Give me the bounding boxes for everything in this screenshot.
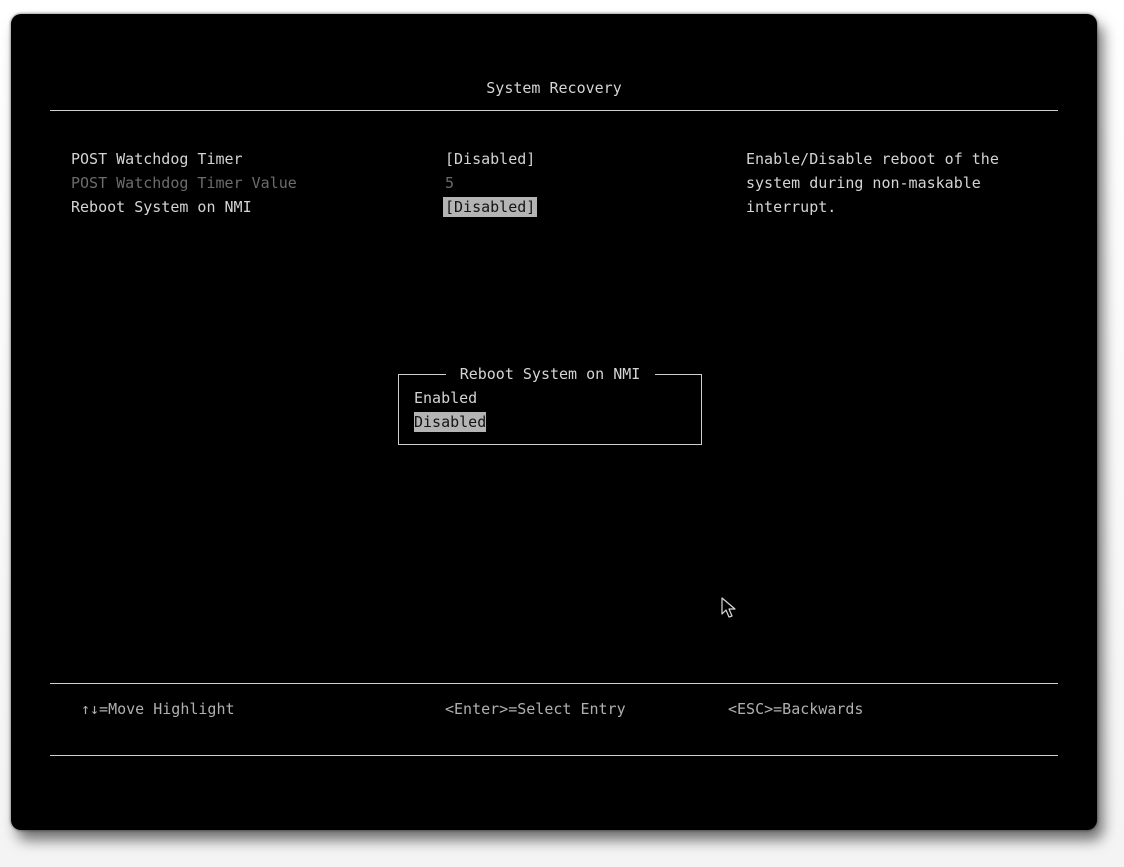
setting-reboot-on-nmi-label[interactable]: Reboot System on NMI: [71, 197, 252, 217]
help-text-line: Enable/Disable reboot of the: [746, 150, 999, 168]
setting-post-watchdog-timer-value-label: POST Watchdog Timer Value: [71, 174, 297, 192]
popup-option-disabled[interactable]: Disabled: [414, 412, 487, 432]
setting-post-watchdog-timer-label[interactable]: POST Watchdog Timer: [71, 149, 243, 169]
setting-post-watchdog-timer-value-value: 5: [445, 174, 455, 192]
bios-screen: System Recovery POST Watchdog Timer [Dis…: [11, 14, 1097, 830]
screenshot-stage: System Recovery POST Watchdog Timer [Dis…: [0, 0, 1124, 867]
setting-reboot-on-nmi-value[interactable]: [Disabled]: [443, 197, 538, 217]
popup-title: Reboot System on NMI: [459, 365, 641, 383]
footer-divider-top: [50, 683, 1058, 684]
mouse-pointer-icon: [721, 597, 736, 618]
hint-backwards: <ESC>=Backwards: [728, 700, 864, 718]
page-title: System Recovery: [486, 79, 622, 97]
hint-select-entry: <Enter>=Select Entry: [445, 700, 626, 718]
option-popup: Reboot System on NMI Enabled Disabled: [398, 365, 702, 445]
setting-post-watchdog-timer-value[interactable]: [Disabled]: [445, 149, 535, 169]
footer-divider-bottom: [50, 755, 1058, 756]
help-text-line: interrupt.: [746, 198, 837, 216]
help-text-line: system during non-maskable: [746, 174, 981, 192]
header-divider: [50, 110, 1058, 111]
hint-move-highlight: ↑↓=Move Highlight: [81, 700, 235, 718]
popup-option-enabled[interactable]: Enabled: [414, 388, 477, 408]
